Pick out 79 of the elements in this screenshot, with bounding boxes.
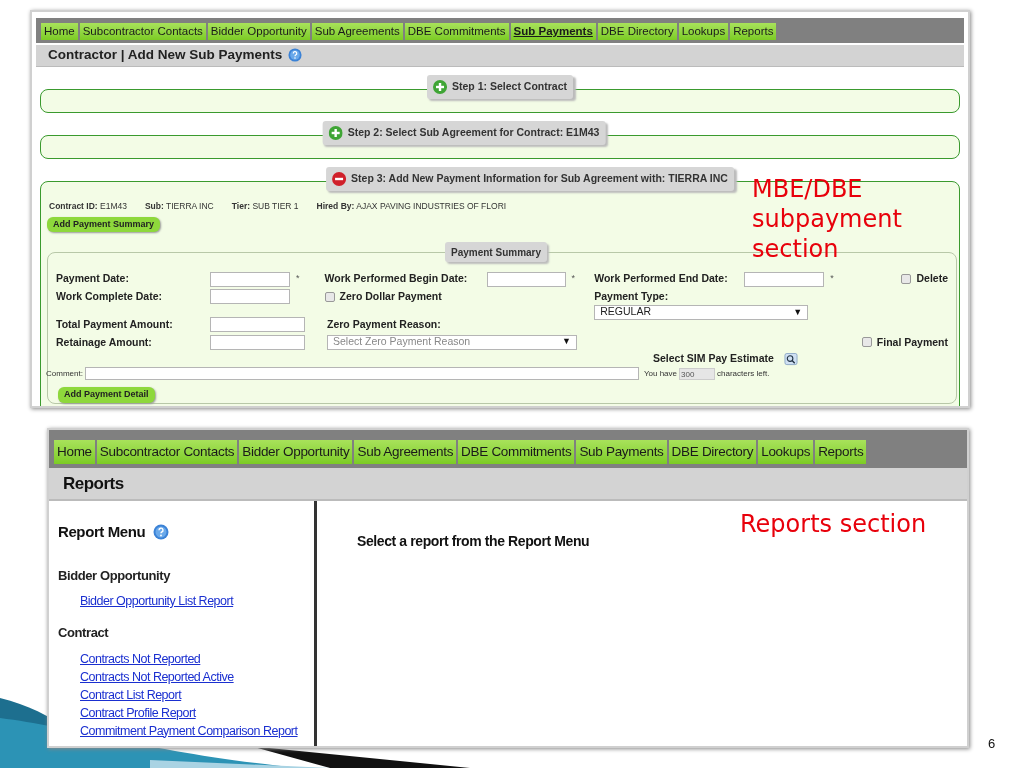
report-link[interactable]: Contract List Report [80, 686, 182, 704]
field-label: Retainage Amount: [56, 334, 153, 350]
input-field[interactable] [210, 289, 290, 305]
nav-tab[interactable]: DBE Directory [668, 440, 757, 464]
info-text: Contract ID: E1M43 [49, 199, 127, 213]
report-link[interactable]: Bidder Opportunity List Report [80, 593, 234, 610]
dropdown[interactable]: REGULAR ▼ [594, 304, 809, 320]
report-link[interactable]: Contracts Not Reported [80, 650, 201, 668]
help-icon[interactable] [288, 48, 303, 63]
nav-tab[interactable]: Sub Agreements [354, 440, 457, 464]
plus-icon [433, 79, 447, 94]
nav-tab[interactable]: Sub Payments [510, 23, 596, 41]
input-field[interactable] [486, 271, 566, 287]
nav-tab[interactable]: Sub Payments [576, 440, 667, 464]
checkbox-label: Delete [916, 271, 948, 287]
input-field[interactable] [744, 271, 825, 287]
info-text: Sub: TIERRA INC [144, 199, 214, 213]
field-label: Select SIM Pay Estimate [653, 351, 774, 367]
field-label: Work Performed Begin Date: [324, 271, 469, 287]
annotation-text: Reports section [740, 509, 927, 540]
report-link[interactable]: Contract Profile Report [80, 704, 196, 722]
nav-tab[interactable]: Lookups [678, 23, 729, 41]
dropdown[interactable]: Select Zero Payment Reason ▼ [327, 334, 577, 350]
checkbox[interactable] [324, 291, 335, 302]
field-label: Payment Type: [594, 289, 670, 304]
nav-tab[interactable]: Lookups [758, 440, 814, 464]
search-icon[interactable] [783, 352, 798, 366]
input-field[interactable] [210, 334, 305, 350]
required-mark: * [830, 273, 834, 284]
nav-tab[interactable]: Reports [730, 23, 777, 41]
input-field[interactable] [210, 317, 305, 333]
required-mark: * [571, 273, 576, 284]
comment-field[interactable] [84, 367, 639, 380]
input-field[interactable] [210, 271, 290, 287]
checkbox-label: Final Payment [876, 334, 948, 350]
field-label: Work Complete Date: [56, 289, 163, 304]
field-label: Zero Payment Reason: [327, 316, 442, 332]
nav-tab[interactable]: Sub Agreements [311, 23, 403, 41]
report-message: Select a report from the Report Menu [357, 533, 590, 549]
group-heading: Contract [58, 624, 110, 642]
nav-tab[interactable]: Subcontractor Contacts [96, 440, 238, 464]
plus-icon [328, 125, 343, 140]
field-label: Comment: [46, 367, 83, 380]
step-header[interactable]: Step 1: Select Contract [427, 74, 573, 99]
help-icon[interactable] [153, 523, 170, 542]
nav-tab[interactable]: Bidder Opportunity [239, 440, 353, 464]
counter-field: 300 [679, 367, 715, 380]
nav-tab[interactable]: DBE Directory [597, 23, 677, 41]
info-text: Tier: SUB TIER 1 [231, 199, 299, 213]
annotation-text: MBE/DBE subpayment section [752, 174, 903, 264]
field-label: Total Payment Amount: [56, 316, 174, 332]
checkbox[interactable] [901, 274, 912, 285]
page-title: Contractor | Add New Sub Payments [48, 46, 283, 65]
menu-title: Report Menu [58, 522, 146, 542]
nav-tab[interactable]: DBE Commitments [404, 23, 509, 41]
required-mark: * [296, 273, 300, 284]
panel-legend: Payment Summary [445, 242, 548, 263]
add-payment-detail-button[interactable]: Add Payment Detail [58, 386, 155, 403]
nav-tab[interactable]: Home [54, 440, 95, 464]
minus-icon [332, 171, 347, 186]
field-label: Work Performed End Date: [594, 271, 729, 287]
info-text: Hired By: AJAX PAVING INDUSTRIES OF FLORI [316, 199, 507, 213]
nav-tab[interactable]: Subcontractor Contacts [79, 23, 206, 41]
page-number: 6 [988, 735, 996, 753]
page-title: Reports [63, 472, 124, 495]
nav-tab[interactable]: Home [41, 23, 78, 41]
field-label: Payment Date: [56, 271, 130, 287]
nav-tab[interactable]: Reports [815, 440, 867, 464]
group-heading: Bidder Opportunity [58, 566, 172, 585]
counter-text: You have [643, 367, 677, 380]
step-header[interactable]: Step 2: Select Sub Agreement for Contract: E1M43 [322, 120, 606, 145]
step-header[interactable]: Step 3: Add New Payment Information for Sub Agreement with: TIERRA INC [326, 166, 734, 191]
checkbox-label: Zero Dollar Payment [339, 289, 442, 304]
add-payment-summary-button[interactable]: Add Payment Summary [47, 217, 161, 233]
report-link[interactable]: Contracts Not Reported Active [80, 668, 234, 686]
nav-tab[interactable]: Bidder Opportunity [207, 23, 310, 41]
nav-tab[interactable]: DBE Commitments [458, 440, 575, 464]
checkbox[interactable] [861, 337, 872, 348]
counter-text: characters left. [717, 367, 770, 380]
